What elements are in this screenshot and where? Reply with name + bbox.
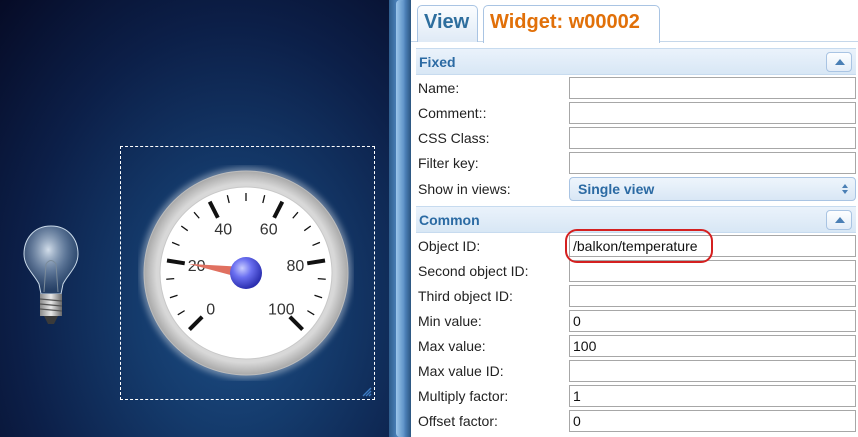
object-id-highlight-annotation — [565, 229, 713, 263]
editor-canvas[interactable]: 0 20 40 60 80 100 — [0, 0, 389, 437]
multiply-factor-field[interactable]: 1 — [569, 385, 856, 407]
section-fixed-title: Fixed — [419, 54, 456, 70]
row-max-value: Max value: 100 — [418, 334, 856, 359]
tab-widget[interactable]: Widget: w00002 — [483, 5, 660, 43]
collapse-common-button[interactable] — [826, 210, 852, 230]
object-id-label: Object ID: — [418, 238, 481, 254]
row-min-value: Min value: 0 — [418, 309, 856, 334]
row-name: Name: — [418, 76, 856, 101]
gauge-minor-tick — [166, 278, 175, 280]
tab-bar: View Widget: w00002 — [411, 0, 858, 43]
gauge-knob — [230, 257, 262, 289]
show-in-views-value: Single view — [578, 181, 655, 197]
max-value-field[interactable]: 100 — [569, 335, 856, 357]
max-value-id-field[interactable] — [569, 360, 856, 382]
row-max-value-id: Max value ID: — [418, 359, 856, 384]
section-fixed-header[interactable]: Fixed — [416, 48, 856, 75]
section-common-title: Common — [419, 212, 480, 228]
row-comment: Comment:: — [418, 101, 856, 126]
row-css-class: CSS Class: — [418, 126, 856, 151]
gauge-tick-label: 100 — [268, 301, 295, 318]
chevron-up-icon — [835, 59, 845, 65]
row-filter-key: Filter key: — [418, 151, 856, 176]
max-value-id-label: Max value ID: — [418, 363, 504, 379]
row-offset-factor: Offset factor: 0 — [418, 409, 856, 434]
filter-key-field[interactable] — [569, 152, 856, 174]
collapse-fixed-button[interactable] — [826, 52, 852, 72]
offset-factor-field[interactable]: 0 — [569, 410, 856, 432]
row-show-in-views: Show in views: Single view — [418, 177, 856, 202]
row-third-object-id: Third object ID: — [418, 284, 856, 309]
offset-factor-label: Offset factor: — [418, 413, 498, 429]
show-in-views-select[interactable]: Single view — [569, 177, 856, 201]
gauge-tick-label: 0 — [206, 301, 215, 318]
gauge-minor-tick — [317, 278, 326, 280]
resize-handle-icon[interactable] — [362, 387, 372, 397]
comment-label: Comment:: — [418, 105, 487, 121]
filter-key-label: Filter key: — [418, 155, 479, 171]
gauge-widget[interactable]: 02040 6080100 — [138, 165, 354, 381]
third-object-id-field[interactable] — [569, 285, 856, 307]
min-value-field[interactable]: 0 — [569, 310, 856, 332]
tab-view[interactable]: View — [417, 5, 478, 42]
properties-panel: View Widget: w00002 Fixed Name: Comment:… — [411, 0, 858, 437]
name-field[interactable] — [569, 77, 856, 99]
gauge-major-tick — [306, 258, 326, 266]
name-label: Name: — [418, 80, 460, 96]
second-object-id-label: Second object ID: — [418, 263, 529, 279]
gauge-tick-label: 40 — [214, 221, 232, 238]
splitter-handle[interactable] — [396, 0, 404, 437]
chevron-up-icon — [835, 217, 845, 223]
css-class-label: CSS Class: — [418, 130, 490, 146]
gauge-tick-label: 80 — [286, 258, 304, 275]
multiply-factor-label: Multiply factor: — [418, 388, 509, 404]
panel-splitter[interactable] — [389, 0, 411, 437]
third-object-id-label: Third object ID: — [418, 288, 513, 304]
gauge-major-tick — [166, 258, 186, 266]
show-in-views-label: Show in views: — [418, 181, 511, 197]
second-object-id-field[interactable] — [569, 260, 856, 282]
gauge-tick-label: 60 — [260, 221, 278, 238]
min-value-label: Min value: — [418, 313, 482, 329]
css-class-field[interactable] — [569, 127, 856, 149]
light-bulb-widget[interactable] — [20, 222, 82, 332]
row-multiply-factor: Multiply factor: 1 — [418, 384, 856, 409]
max-value-label: Max value: — [418, 338, 486, 354]
select-arrows-icon — [842, 184, 848, 194]
comment-field[interactable] — [569, 102, 856, 124]
